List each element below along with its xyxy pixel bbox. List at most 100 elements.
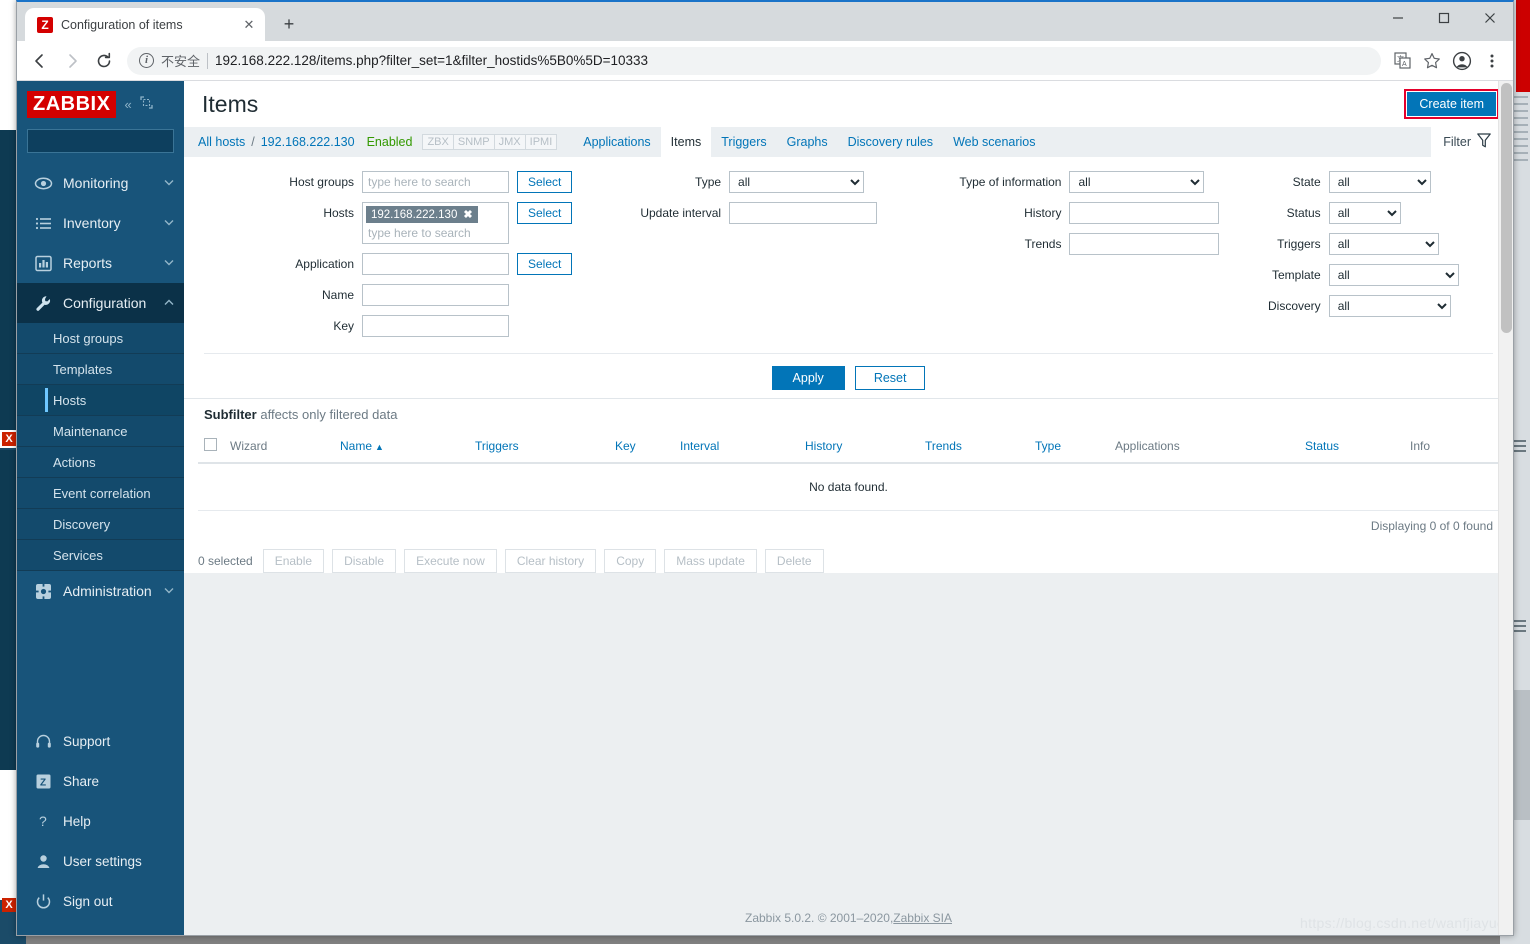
column-status[interactable]: Status bbox=[1299, 430, 1404, 464]
delete-button[interactable]: Delete bbox=[764, 549, 824, 573]
tab-triggers[interactable]: Triggers bbox=[711, 127, 776, 157]
enable-button[interactable]: Enable bbox=[262, 549, 325, 573]
close-window-icon[interactable] bbox=[1467, 2, 1513, 34]
clear-history-button[interactable]: Clear history bbox=[504, 549, 597, 573]
select-all-checkbox[interactable] bbox=[204, 438, 217, 451]
status-select[interactable]: all bbox=[1328, 202, 1401, 224]
sidebar-item-user-settings[interactable]: User settings bbox=[17, 841, 184, 881]
selected-count: 0 selected bbox=[198, 554, 253, 568]
column-triggers[interactable]: Triggers bbox=[469, 430, 609, 464]
tab-applications[interactable]: Applications bbox=[573, 127, 660, 157]
kebab-menu-icon[interactable] bbox=[1479, 48, 1505, 74]
tab-items[interactable]: Items bbox=[660, 127, 712, 157]
hosts-select-button[interactable]: Select bbox=[517, 202, 573, 224]
sidebar-item-discovery[interactable]: Discovery bbox=[17, 509, 184, 540]
browser-tab[interactable]: Z Configuration of items ✕ bbox=[25, 8, 265, 41]
sidebar-item-hosts[interactable]: Hosts bbox=[17, 385, 184, 416]
search-box[interactable] bbox=[27, 129, 203, 153]
breadcrumb-all-hosts[interactable]: All hosts bbox=[198, 135, 245, 149]
trends-input[interactable] bbox=[1069, 233, 1220, 255]
template-select[interactable]: all bbox=[1328, 264, 1459, 286]
reset-button[interactable]: Reset bbox=[854, 366, 926, 390]
tab-web-scenarios[interactable]: Web scenarios bbox=[943, 127, 1045, 157]
application-select-button[interactable]: Select bbox=[517, 253, 573, 275]
host-groups-label: Host groups bbox=[289, 175, 354, 189]
sidebar-item-actions[interactable]: Actions bbox=[17, 447, 184, 478]
tab-discovery-rules[interactable]: Discovery rules bbox=[838, 127, 943, 157]
disable-button[interactable]: Disable bbox=[332, 549, 397, 573]
hide-sidebar-icon[interactable] bbox=[140, 96, 153, 112]
sidebar-item-administration[interactable]: Administration bbox=[17, 571, 184, 611]
protocol-badge-snmp: SNMP bbox=[452, 134, 494, 150]
sidebar-item-event-correlation[interactable]: Event correlation bbox=[17, 478, 184, 509]
address-bar[interactable]: i 不安全 192.168.222.128/items.php?filter_s… bbox=[127, 46, 1381, 75]
type-of-information-select[interactable]: all bbox=[1069, 171, 1205, 193]
sidebar-item-configuration[interactable]: Configuration bbox=[17, 283, 184, 323]
breadcrumb-host[interactable]: 192.168.222.130 bbox=[261, 135, 355, 149]
column-trends[interactable]: Trends bbox=[919, 430, 1029, 464]
filter-tab[interactable]: Filter bbox=[1431, 127, 1503, 157]
maximize-window-icon[interactable] bbox=[1421, 2, 1467, 34]
close-tab-icon[interactable]: ✕ bbox=[241, 17, 257, 33]
column-type[interactable]: Type bbox=[1029, 430, 1109, 464]
url-text[interactable]: 192.168.222.128/items.php?filter_set=1&f… bbox=[215, 53, 648, 68]
sidebar-item-sign-out[interactable]: Sign out bbox=[17, 881, 184, 921]
column-key[interactable]: Key bbox=[609, 430, 674, 464]
tab-graphs[interactable]: Graphs bbox=[777, 127, 838, 157]
hosts-input[interactable] bbox=[366, 225, 505, 241]
page-viewport: ZABBIX « Monitoring Inventory Reports Co… bbox=[17, 81, 1513, 935]
forward-icon[interactable] bbox=[57, 46, 87, 76]
scrollbar-thumb[interactable] bbox=[1501, 83, 1512, 333]
sidebar-item-inventory[interactable]: Inventory bbox=[17, 203, 184, 243]
reload-icon[interactable] bbox=[89, 46, 119, 76]
application-input[interactable] bbox=[362, 253, 509, 275]
host-groups-select-button[interactable]: Select bbox=[517, 171, 573, 193]
zabbix-favicon-icon: Z bbox=[37, 16, 53, 33]
sidebar-item-host-groups[interactable]: Host groups bbox=[17, 323, 184, 354]
sidebar-item-share[interactable]: Z Share bbox=[17, 761, 184, 801]
new-tab-button[interactable]: + bbox=[275, 10, 303, 38]
state-select[interactable]: all bbox=[1328, 171, 1431, 193]
items-table: Wizard Name ▲ Triggers Key Interval Histo… bbox=[198, 430, 1499, 511]
gear-icon bbox=[33, 582, 53, 601]
hosts-multiselect[interactable]: 192.168.222.130 ✖ bbox=[362, 202, 509, 244]
sidebar-item-monitoring[interactable]: Monitoring bbox=[17, 163, 184, 203]
sidebar-item-templates[interactable]: Templates bbox=[17, 354, 184, 385]
mass-update-button[interactable]: Mass update bbox=[664, 549, 757, 573]
minimize-window-icon[interactable] bbox=[1375, 2, 1421, 34]
star-icon[interactable] bbox=[1419, 48, 1445, 74]
back-icon[interactable] bbox=[25, 46, 55, 76]
search-input[interactable] bbox=[34, 134, 189, 148]
type-select[interactable]: all bbox=[729, 171, 865, 193]
sidebar-item-help[interactable]: ? Help bbox=[17, 801, 184, 841]
sidebar-item-services[interactable]: Services bbox=[17, 540, 184, 571]
name-input[interactable] bbox=[362, 284, 509, 306]
update-interval-input[interactable] bbox=[729, 202, 878, 224]
zabbix-sia-link[interactable]: Zabbix SIA bbox=[893, 911, 952, 925]
profile-icon[interactable] bbox=[1449, 48, 1475, 74]
zabbix-logo[interactable]: ZABBIX bbox=[27, 90, 117, 118]
sidebar-item-reports[interactable]: Reports bbox=[17, 243, 184, 283]
discovery-select[interactable]: all bbox=[1328, 295, 1451, 317]
items-table-body: No data found. bbox=[198, 463, 1499, 511]
triggers-label: Triggers bbox=[1277, 237, 1321, 251]
copy-button[interactable]: Copy bbox=[604, 549, 657, 573]
sidebar-item-maintenance[interactable]: Maintenance bbox=[17, 416, 184, 447]
apply-button[interactable]: Apply bbox=[771, 366, 845, 390]
translate-icon[interactable]: 文A bbox=[1389, 48, 1415, 74]
key-input[interactable] bbox=[362, 315, 509, 337]
collapse-sidebar-icon[interactable]: « bbox=[124, 97, 131, 112]
host-groups-input[interactable] bbox=[362, 171, 509, 193]
site-info-icon[interactable]: i bbox=[139, 53, 154, 68]
column-interval[interactable]: Interval bbox=[674, 430, 799, 464]
column-name[interactable]: Name ▲ bbox=[334, 430, 469, 464]
execute-now-button[interactable]: Execute now bbox=[404, 549, 497, 573]
page-scrollbar[interactable] bbox=[1498, 81, 1513, 935]
triggers-select[interactable]: all bbox=[1328, 233, 1439, 255]
create-item-button[interactable]: Create item bbox=[1407, 92, 1496, 116]
host-chip[interactable]: 192.168.222.130 ✖ bbox=[366, 206, 478, 223]
history-input[interactable] bbox=[1069, 202, 1220, 224]
remove-host-chip-icon[interactable]: ✖ bbox=[463, 208, 472, 221]
column-history[interactable]: History bbox=[799, 430, 919, 464]
sidebar-item-support[interactable]: Support bbox=[17, 721, 184, 761]
